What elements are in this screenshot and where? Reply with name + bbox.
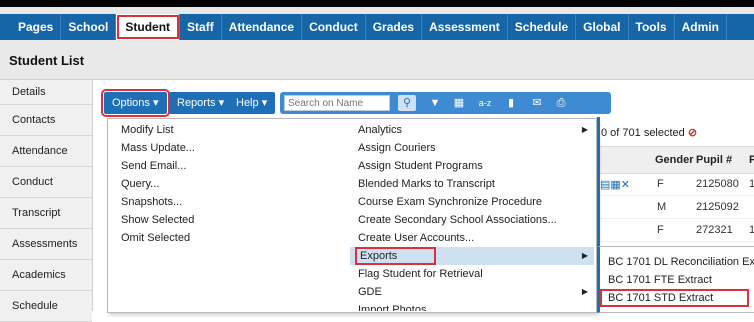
help-button[interactable]: Help ▾ (228, 92, 276, 114)
sidebar-item-academics[interactable]: Academics (0, 260, 92, 291)
sidebar-item-attendance[interactable]: Attendance (0, 136, 92, 167)
nav-conduct[interactable]: Conduct (302, 14, 366, 40)
clear-selection-icon[interactable]: ⊘ (688, 127, 697, 139)
search-toolbar: ⚲ ▼ ▦ a-z ▮ ✉ ⎙ (280, 92, 611, 114)
selection-status: 0 of 701 selected ⊘ (601, 126, 697, 139)
selection-text: 0 of 701 selected (601, 127, 685, 139)
cell-gender: M (657, 201, 667, 213)
sidebar: Details Contacts Attendance Conduct Tran… (0, 80, 93, 322)
header-gender[interactable]: Gender (655, 154, 694, 166)
menu-item-label: Exports (354, 247, 437, 265)
nav-pages[interactable]: Pages (0, 14, 62, 40)
search-icon[interactable]: ⚲ (398, 95, 416, 111)
row-icons[interactable]: ▤▦✕ (600, 178, 630, 191)
menu-scroll-edge (597, 117, 600, 247)
header-pupil[interactable]: Pupil # (696, 154, 732, 166)
menu-item-assign-couriers[interactable]: Assign Couriers (350, 139, 594, 157)
exports-submenu: BC 1701 DL Reconciliation Extract BC 170… (597, 246, 754, 313)
menu-item-modify-list[interactable]: Modify List (121, 121, 321, 139)
menu-item-exports[interactable]: Exports ▶ (350, 247, 594, 265)
options-menu: Modify List Mass Update... Send Email...… (107, 118, 597, 313)
cell-gender: F (657, 224, 664, 236)
menu-item-import-photos[interactable]: Import Photos (350, 301, 594, 311)
cell-gender: F (657, 178, 664, 190)
menu-item-show-selected[interactable]: Show Selected (121, 211, 321, 229)
nav-school[interactable]: School (61, 14, 117, 40)
top-black-bar (0, 0, 754, 7)
title-bar: Student List (0, 40, 754, 80)
submenu-item-dl-reconciliation[interactable]: BC 1701 DL Reconciliation Extract (600, 253, 754, 271)
sidebar-item-conduct[interactable]: Conduct (0, 167, 92, 198)
menu-item-course-exam-sync[interactable]: Course Exam Synchronize Procedure (350, 193, 594, 211)
cell-pupil: 2125080 (696, 178, 739, 190)
sidebar-item-assessments[interactable]: Assessments (0, 229, 92, 260)
search-input[interactable] (284, 95, 390, 111)
sidebar-item-schedule[interactable]: Schedule (0, 291, 92, 322)
nav-strip: Pages School Student Staff Attendance Co… (0, 14, 754, 40)
submenu-arrow-icon: ▶ (581, 125, 588, 134)
menu-item-query[interactable]: Query... (121, 175, 321, 193)
submenu-item-fte-extract[interactable]: BC 1701 FTE Extract (600, 271, 754, 289)
table-row[interactable]: M 2125092 (600, 196, 754, 219)
print-icon[interactable]: ⎙ (552, 95, 570, 111)
cell-extra: 1 (749, 178, 754, 190)
sidebar-item-contacts[interactable]: Contacts (0, 105, 92, 136)
nav-staff[interactable]: Staff (180, 14, 222, 40)
menu-item-create-secondary-associations[interactable]: Create Secondary School Associations... (350, 211, 594, 229)
nav-student[interactable]: Student (116, 14, 181, 40)
nav-admin[interactable]: Admin (675, 14, 727, 40)
menu-item-label: GDE (358, 286, 382, 298)
nav-attendance[interactable]: Attendance (222, 14, 303, 40)
caret-down-icon: ▾ (261, 97, 268, 109)
cell-pupil: 272321 (696, 224, 733, 236)
menu-item-omit-selected[interactable]: Omit Selected (121, 229, 321, 247)
reports-label: Reports (177, 97, 216, 109)
nav-schedule[interactable]: Schedule (508, 14, 577, 40)
sort-az-icon[interactable]: a-z (476, 95, 494, 111)
submenu-item-std-extract[interactable]: BC 1701 STD Extract (600, 289, 749, 307)
nav-global[interactable]: Global (576, 14, 629, 40)
menu-item-label: Analytics (358, 124, 403, 136)
options-label: Options (112, 97, 150, 109)
menu-item-mass-update[interactable]: Mass Update... (121, 139, 321, 157)
menu-item-analytics[interactable]: Analytics ▶ (350, 121, 594, 139)
table-row[interactable]: ▤▦✕ F 2125080 1 (600, 173, 754, 196)
sidebar-item-transcript[interactable]: Transcript (0, 198, 92, 229)
options-menu-right: Analytics ▶ Assign Couriers Assign Studen… (350, 121, 594, 311)
reports-button[interactable]: Reports ▾ (169, 92, 233, 114)
menu-item-blended-marks[interactable]: Blended Marks to Transcript (350, 175, 594, 193)
menu-item-flag-student[interactable]: Flag Student for Retrieval (350, 265, 594, 283)
grid-icon[interactable]: ▦ (450, 95, 468, 111)
sidebar-item-details[interactable]: Details (0, 80, 92, 105)
page-title: Student List (9, 53, 85, 68)
chart-icon[interactable]: ▮ (502, 95, 520, 111)
nav-grades[interactable]: Grades (366, 14, 423, 40)
menu-item-gde[interactable]: GDE ▶ (350, 283, 594, 301)
menu-item-assign-student-programs[interactable]: Assign Student Programs (350, 157, 594, 175)
menu-item-create-user-accounts[interactable]: Create User Accounts... (350, 229, 594, 247)
menu-item-snapshots[interactable]: Snapshots... (121, 193, 321, 211)
table-row[interactable]: F 272321 1 (600, 219, 754, 242)
submenu-arrow-icon: ▶ (581, 251, 588, 260)
nav-tools[interactable]: Tools (629, 14, 675, 40)
filter-icon[interactable]: ▼ (426, 95, 444, 111)
menu-item-send-email[interactable]: Send Email... (121, 157, 321, 175)
submenu-arrow-icon: ▶ (581, 287, 588, 296)
nav-assessment[interactable]: Assessment (422, 14, 508, 40)
options-button[interactable]: Options ▾ (101, 89, 170, 117)
caret-down-icon: ▾ (218, 97, 225, 109)
header-partial[interactable]: P (749, 154, 754, 166)
help-label: Help (236, 97, 259, 109)
email-icon[interactable]: ✉ (528, 95, 546, 111)
table-header: Gender Pupil # P (600, 146, 754, 174)
cell-pupil: 2125092 (696, 201, 739, 213)
caret-down-icon: ▾ (152, 97, 159, 109)
main-nav: Pages School Student Staff Attendance Co… (0, 7, 754, 40)
cell-extra: 1 (749, 224, 754, 236)
options-menu-left: Modify List Mass Update... Send Email...… (121, 121, 321, 247)
